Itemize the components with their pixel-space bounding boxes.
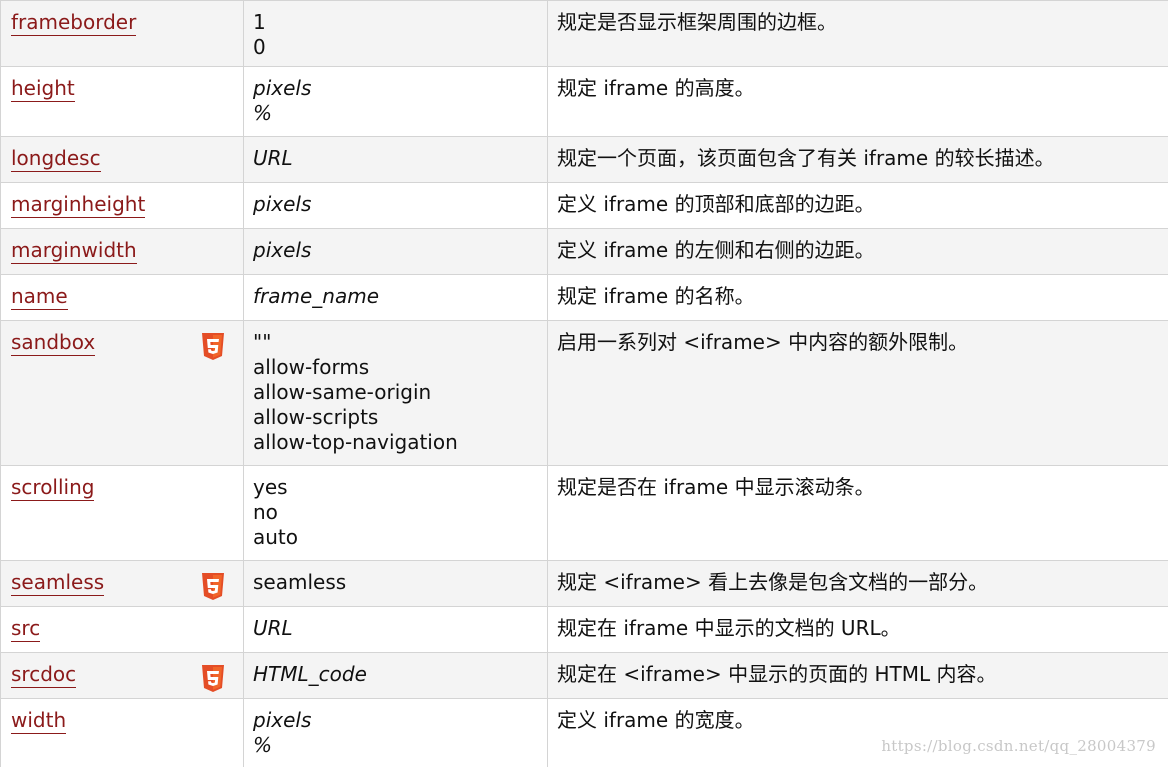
attribute-name-cell: width — [0, 698, 244, 767]
attribute-value: allow-forms — [253, 355, 370, 379]
attribute-values-cell: yes no auto — [243, 465, 548, 561]
attribute-value: URL — [253, 146, 293, 170]
attribute-link-name[interactable]: name — [11, 284, 68, 310]
attribute-value: seamless — [253, 570, 347, 594]
attribute-values-cell: URL — [243, 606, 548, 653]
attribute-values-cell: pixels — [243, 228, 548, 275]
attribute-value: % — [253, 101, 273, 125]
html5-shield-icon — [202, 665, 224, 692]
table-row: frameborder 1 0 规定是否显示框架周围的边框。 — [0, 0, 1168, 67]
attribute-name-cell: marginwidth — [0, 228, 244, 275]
attribute-value: no — [253, 500, 278, 524]
watermark: https://blog.csdn.net/qq_28004379 — [881, 737, 1156, 755]
attribute-name-cell: longdesc — [0, 136, 244, 183]
attribute-name-cell: frameborder — [0, 0, 244, 67]
attribute-name-cell: height — [0, 66, 244, 137]
attribute-value: HTML_code — [253, 662, 367, 686]
table-row: width pixels% 定义 iframe 的宽度。 — [0, 698, 1168, 767]
attribute-values-cell: 10 — [243, 0, 548, 67]
attribute-description: 规定是否显示框架周围的边框。 — [547, 0, 1168, 67]
table-row: longdesc URL 规定一个页面，该页面包含了有关 iframe 的较长描述。 — [0, 136, 1168, 183]
attribute-name-cell: marginheight — [0, 182, 244, 229]
table-row: marginwidth pixels 定义 iframe 的左侧和右侧的边距。 — [0, 228, 1168, 275]
table-row: name frame_name 规定 iframe 的名称。 — [0, 274, 1168, 321]
attribute-description: 定义 iframe 的左侧和右侧的边距。 — [547, 228, 1168, 275]
attribute-description: 规定在 <iframe> 中显示的页面的 HTML 内容。 — [547, 652, 1168, 699]
attribute-name-cell: srcdoc — [0, 652, 244, 699]
attribute-description: 定义 iframe 的顶部和底部的边距。 — [547, 182, 1168, 229]
attribute-link-marginwidth[interactable]: marginwidth — [11, 238, 137, 264]
attribute-value: URL — [253, 616, 293, 640]
attribute-link-srcdoc[interactable]: srcdoc — [11, 662, 77, 688]
attribute-name-cell: sandbox — [0, 320, 244, 466]
attribute-value: allow-top-navigation — [253, 430, 458, 454]
attribute-link-src[interactable]: src — [11, 616, 41, 642]
iframe-attributes-table: frameborder 1 0 规定是否显示框架周围的边框。 height pixels%… — [0, 0, 1168, 767]
attribute-values-cell: pixels% — [243, 66, 548, 137]
attribute-value: allow-same-origin — [253, 380, 432, 404]
table-row: seamless seamless 规定 <iframe> 看上去像是包含文档的一部… — [0, 560, 1168, 607]
attribute-description: 规定一个页面，该页面包含了有关 iframe 的较长描述。 — [547, 136, 1168, 183]
attribute-description: 规定是否在 iframe 中显示滚动条。 — [547, 465, 1168, 561]
attribute-values-cell: pixels% — [243, 698, 548, 767]
attribute-description: 规定在 iframe 中显示的文档的 URL。 — [547, 606, 1168, 653]
attribute-name-cell: src — [0, 606, 244, 653]
attribute-description: 规定 iframe 的名称。 — [547, 274, 1168, 321]
attribute-value: pixels — [253, 708, 312, 732]
attribute-value: pixels — [253, 192, 312, 216]
attribute-value: frame_name — [253, 284, 380, 308]
attribute-link-longdesc[interactable]: longdesc — [11, 146, 101, 172]
attribute-values-cell: "" allow-forms allow-same-origin allow-scri… — [243, 320, 548, 466]
attribute-link-height[interactable]: height — [11, 76, 75, 102]
attribute-value: allow-scripts — [253, 405, 379, 429]
attribute-value: 0 — [253, 35, 266, 59]
attribute-description: 规定 iframe 的高度。 — [547, 66, 1168, 137]
table-row: src URL 规定在 iframe 中显示的文档的 URL。 — [0, 606, 1168, 653]
attribute-values-cell: HTML_code — [243, 652, 548, 699]
html5-shield-icon — [202, 573, 224, 600]
attribute-description: 规定 <iframe> 看上去像是包含文档的一部分。 — [547, 560, 1168, 607]
attribute-link-seamless[interactable]: seamless — [11, 570, 105, 596]
attribute-value: % — [253, 733, 273, 757]
attribute-name-cell: name — [0, 274, 244, 321]
table-row: height pixels% 规定 iframe 的高度。 — [0, 66, 1168, 137]
table-row: scrolling yes no auto 规定是否在 iframe 中显示滚动条。 — [0, 465, 1168, 561]
attribute-link-marginheight[interactable]: marginheight — [11, 192, 146, 218]
attribute-link-frameborder[interactable]: frameborder — [11, 10, 137, 36]
table-row: srcdoc HTML_code 规定在 <iframe> 中显示的页面的 HTML… — [0, 652, 1168, 699]
attribute-values-cell: URL — [243, 136, 548, 183]
table-row: sandbox "" allow-forms allow-same-origin all… — [0, 320, 1168, 466]
attribute-value: auto — [253, 525, 299, 549]
attribute-values-cell: frame_name — [243, 274, 548, 321]
attribute-description: 启用一系列对 <iframe> 中内容的额外限制。 — [547, 320, 1168, 466]
attribute-link-width[interactable]: width — [11, 708, 67, 734]
attribute-description: 定义 iframe 的宽度。 — [547, 698, 1168, 767]
attribute-name-cell: seamless — [0, 560, 244, 607]
attribute-values-cell: seamless — [243, 560, 548, 607]
attribute-value: 1 — [253, 10, 266, 34]
attribute-value: pixels — [253, 76, 312, 100]
attribute-value: pixels — [253, 238, 312, 262]
table-body: frameborder 1 0 规定是否显示框架周围的边框。 height pixels%… — [0, 0, 1168, 767]
attribute-value: yes — [253, 475, 288, 499]
attribute-link-sandbox[interactable]: sandbox — [11, 330, 96, 356]
html5-shield-icon — [202, 333, 224, 360]
attribute-name-cell: scrolling — [0, 465, 244, 561]
attribute-link-scrolling[interactable]: scrolling — [11, 475, 95, 501]
attribute-values-cell: pixels — [243, 182, 548, 229]
attribute-value: "" — [253, 330, 272, 354]
table-row: marginheight pixels 定义 iframe 的顶部和底部的边距。 — [0, 182, 1168, 229]
